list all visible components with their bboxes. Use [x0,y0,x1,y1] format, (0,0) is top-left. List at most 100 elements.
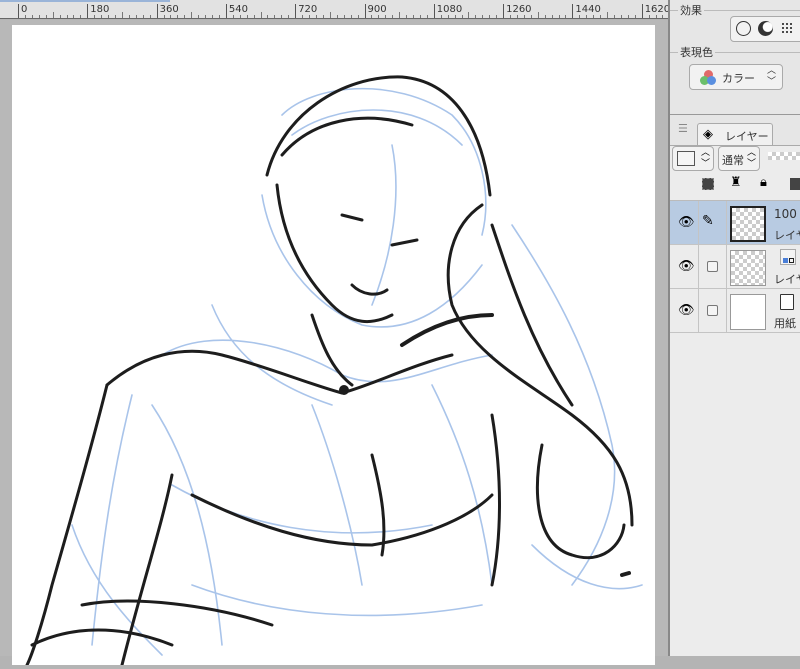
drawing-canvas[interactable] [12,25,655,667]
layer-name[interactable]: 用紙 [774,315,796,331]
color-mode-label: 表現色 [678,44,715,60]
blend-mode-select[interactable]: 通常 ︿ ﹀ [718,146,760,171]
ruler-minor-tick [135,15,137,18]
ruler-minor-tick [399,12,401,18]
ruler-minor-tick [205,15,207,18]
ruler-minor-tick [212,15,214,18]
ruler-minor-tick [544,15,546,18]
ruler-highlight [0,0,170,2]
ruler-minor-tick [586,15,588,18]
lock-transparent-icon[interactable] [790,178,800,190]
ruler-minor-tick [510,15,512,18]
ruler-minor-tick [149,15,151,18]
ruler-minor-tick [184,15,186,18]
ruler-minor-tick [329,12,331,18]
pen-edit-icon: ✎ [702,213,714,229]
canvas-workspace[interactable] [0,20,668,667]
ruler-minor-tick [163,15,165,18]
ruler-minor-tick [253,15,255,18]
stepper-icon: ︿ ﹀ [746,148,756,169]
blue-rough-sketch [71,87,643,656]
ruler-minor-tick [537,12,539,18]
effect-tone-icon[interactable] [781,22,794,35]
panel-menu-icon[interactable]: ☰ [678,122,688,135]
ruler-minor-tick [281,15,283,18]
ruler-tick: 180 [87,4,109,18]
ruler-minor-tick [24,15,26,18]
color-mode-value: カラー [722,72,755,85]
ruler-minor-tick [260,12,262,18]
ruler-minor-tick [558,15,560,18]
ruler-minor-tick [288,15,290,18]
ruler-minor-tick [413,15,414,18]
layer-color-icon [780,249,796,265]
ruler-minor-tick [336,15,338,18]
ruler-minor-tick [101,15,103,18]
tab-layer[interactable]: ◈ レイヤー [697,123,773,145]
ruler-minor-tick [371,15,373,18]
effect-none-icon[interactable] [736,21,751,36]
ruler-minor-tick [489,15,491,18]
sketch-drawing [25,75,643,667]
layer-color-select[interactable]: ︿ ﹀ [672,146,714,171]
opacity-slider[interactable] [768,152,800,160]
layers-icon: ◈ [703,127,713,142]
layer-checkbox[interactable] [707,261,718,272]
clip-lower-layer-icon[interactable] [702,178,714,190]
ruler-minor-tick [378,15,380,18]
ruler-minor-tick [551,15,553,18]
ruler-minor-tick [322,15,324,18]
ruler-minor-tick [343,15,345,18]
layer-checkbox[interactable] [707,305,718,316]
ruler-minor-tick [302,15,304,18]
ruler-minor-tick [246,15,248,18]
ruler-minor-tick [94,15,96,18]
ruler-minor-tick [198,15,200,18]
ruler-minor-tick [613,15,615,18]
ruler-minor-tick [461,15,463,18]
ink-lines [25,75,634,667]
layer-opacity: 100 % [774,207,800,221]
effect-border-icon[interactable] [758,21,773,36]
stepper-icon: ︿ ﹀ [766,66,776,87]
ruler-minor-tick [530,15,532,18]
ruler-minor-tick [108,15,110,18]
reference-layer-icon[interactable]: ♜ [730,175,742,190]
color-circles-icon [700,70,716,86]
ruler-minor-tick [475,15,477,18]
ruler-minor-tick [406,15,408,18]
layer-name[interactable]: レイヤー [774,271,800,287]
ruler-minor-tick [523,15,525,18]
layer-thumbnail [730,294,766,330]
ruler-tick: 0 [18,4,27,18]
ruler-minor-tick [447,15,449,18]
ruler-minor-tick [239,15,241,18]
ruler-minor-tick [218,15,220,18]
layer-name[interactable]: レイヤー [774,227,800,243]
ruler-minor-tick [440,15,442,18]
color-mode-select[interactable]: カラー ︿ ﹀ [689,64,783,90]
ruler-minor-tick [66,15,68,18]
layer-row-1[interactable]: 👁︎ ✎ 100 % レイヤー [670,201,800,245]
lock-icon[interactable]: 🔒︎ [760,175,767,190]
layer-row-paper[interactable]: 👁︎ 用紙 [670,289,800,333]
ruler-minor-tick [468,12,470,18]
ruler-minor-tick [634,15,636,18]
ruler-minor-tick [31,15,33,18]
layer-row-2[interactable]: 👁︎ レイヤー [670,245,800,289]
ruler-minor-tick [419,15,421,18]
ruler-minor-tick [121,12,123,18]
ruler-minor-tick [600,15,602,18]
ruler-minor-tick [80,15,82,18]
blend-mode-value: 通常 [722,154,744,167]
ruler-minor-tick [177,15,179,18]
ruler-minor-tick [662,15,664,18]
ruler-minor-tick [426,15,428,18]
eye-icon[interactable]: 👁︎ [678,303,695,318]
eye-icon[interactable]: 👁︎ [678,259,695,274]
ruler-minor-tick [482,15,484,18]
ruler-minor-tick [579,15,581,18]
ruler-minor-tick [52,12,54,18]
ruler-minor-tick [620,15,622,18]
eye-icon[interactable]: 👁︎ [678,215,695,230]
